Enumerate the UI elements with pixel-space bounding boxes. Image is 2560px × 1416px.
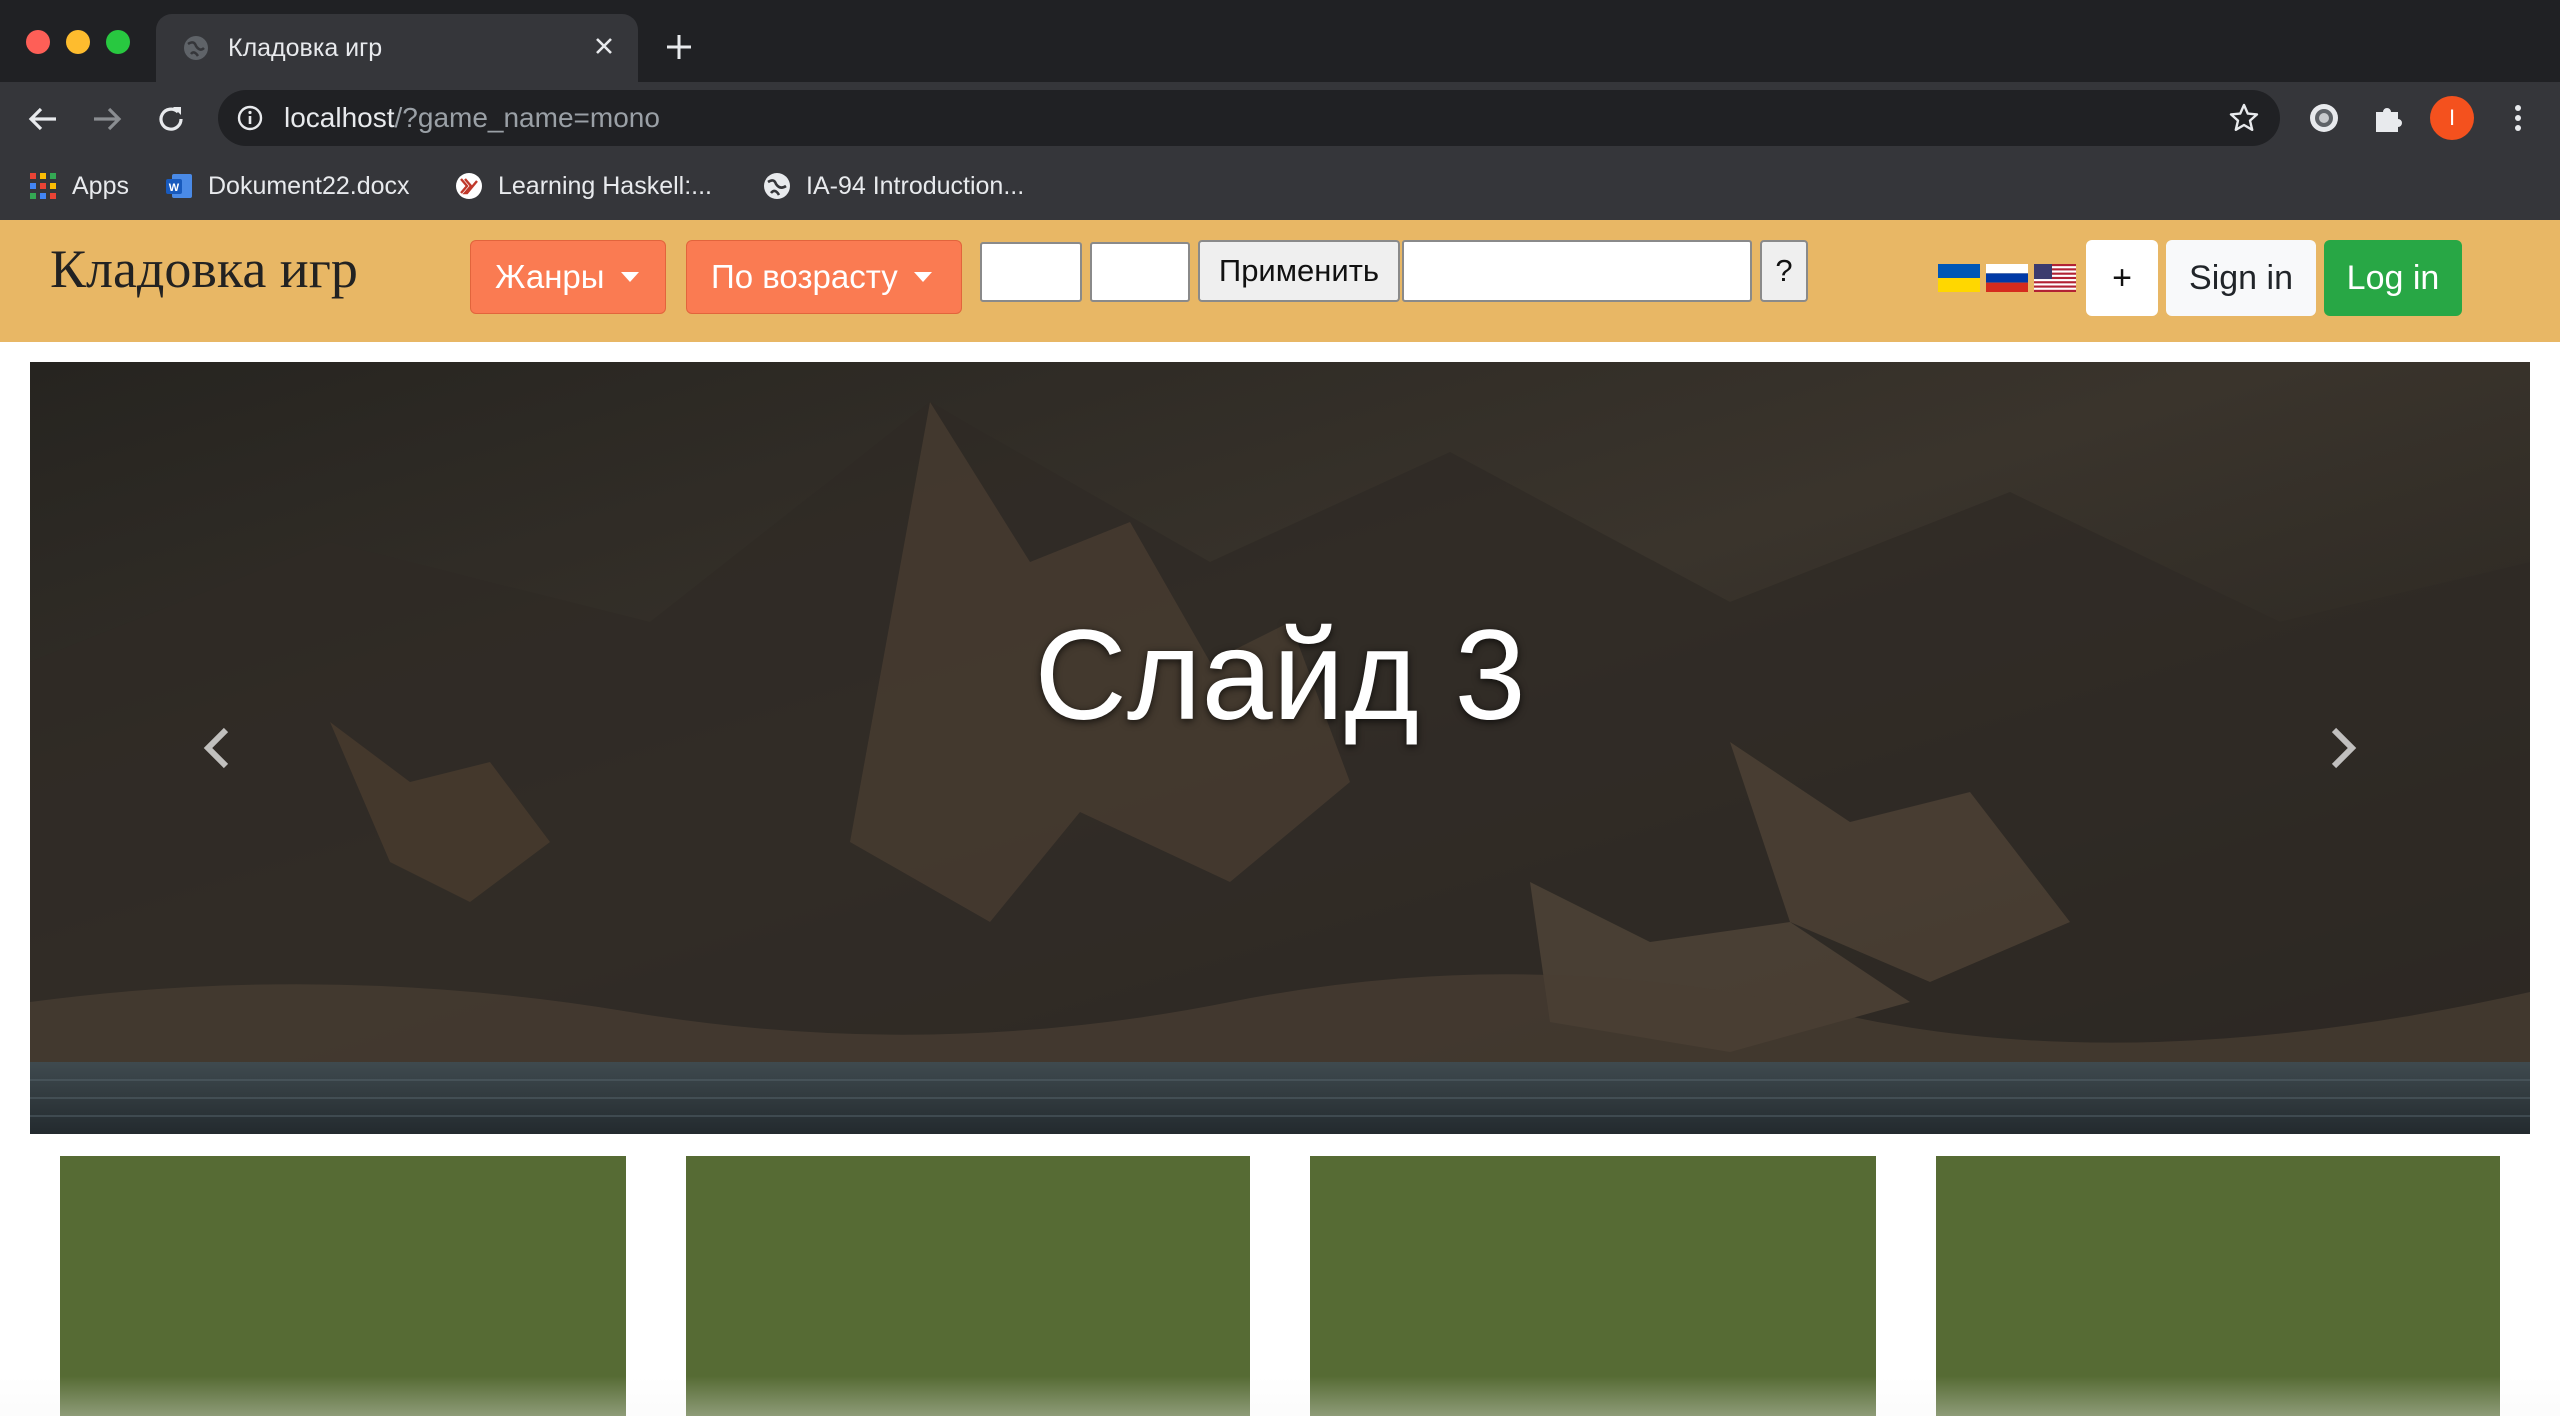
age-dropdown-label: По возрасту xyxy=(711,258,898,295)
log-in-button[interactable]: Log in xyxy=(2324,240,2462,316)
add-game-button[interactable]: + xyxy=(2086,240,2158,316)
hero-carousel: Слайд 3 xyxy=(30,362,2530,1134)
close-window-button[interactable] xyxy=(26,30,50,54)
genres-dropdown-button[interactable]: Жанры xyxy=(470,240,666,314)
slide-caption: Слайд 3 xyxy=(1034,604,1526,747)
address-bar[interactable]: localhost/?game_name=mono xyxy=(218,90,2280,146)
reload-icon[interactable] xyxy=(154,102,188,136)
bookmark-ia94[interactable]: IA-94 Introduction... xyxy=(762,166,1024,206)
carousel-prev-chevron-icon[interactable] xyxy=(188,718,248,778)
bookmark-dokument22[interactable]: W Dokument22.docx xyxy=(164,166,410,206)
tab-title: Кладовка игр xyxy=(228,34,383,62)
apps-grid-icon xyxy=(30,173,56,199)
globe-icon xyxy=(184,36,208,60)
bookmark-learning-haskell[interactable]: Learning Haskell:... xyxy=(454,166,712,206)
zoom-window-button[interactable] xyxy=(106,30,130,54)
new-tab-plus-icon[interactable] xyxy=(664,32,694,62)
caret-down-icon xyxy=(620,272,639,282)
bookmark-label: Dokument22.docx xyxy=(208,171,410,200)
apply-button[interactable]: Применить xyxy=(1198,240,1400,302)
bookmark-label: Learning Haskell:... xyxy=(498,171,713,200)
svg-text:W: W xyxy=(169,182,180,194)
forward-arrow-icon[interactable] xyxy=(90,102,124,136)
bookmark-star-icon[interactable] xyxy=(2228,102,2260,134)
bookmarks-bar: Apps W Dokument22.docx Learning Haskell:… xyxy=(0,154,2560,220)
site-info-icon[interactable] xyxy=(236,104,264,132)
caret-down-icon xyxy=(913,272,932,282)
age-from-input[interactable] xyxy=(980,242,1082,302)
sign-in-button[interactable]: Sign in xyxy=(2166,240,2316,316)
bookmark-label: Apps xyxy=(72,171,129,200)
flag-ukraine-icon[interactable] xyxy=(1938,264,1980,292)
url-text[interactable]: localhost/?game_name=mono xyxy=(284,102,660,134)
close-icon[interactable] xyxy=(590,32,618,60)
bookmark-label: IA-94 Introduction... xyxy=(806,171,1025,200)
minimize-window-button[interactable] xyxy=(66,30,90,54)
age-to-input[interactable] xyxy=(1090,242,1190,302)
extensions-puzzle-icon[interactable] xyxy=(2370,100,2406,136)
carousel-next-chevron-icon[interactable] xyxy=(2312,718,2372,778)
genres-dropdown-label: Жанры xyxy=(495,258,605,295)
url-host: localhost xyxy=(284,102,395,133)
browser-tab-bar: Кладовка игр xyxy=(0,0,2560,82)
extension-record-icon[interactable] xyxy=(2306,100,2342,136)
flag-russia-icon[interactable] xyxy=(1986,264,2028,292)
kebab-menu-icon[interactable] xyxy=(2500,100,2536,136)
flag-usa-icon[interactable] xyxy=(2034,264,2076,292)
help-button[interactable]: ? xyxy=(1760,240,1808,302)
game-search-input[interactable] xyxy=(1402,240,1752,302)
bottom-fade xyxy=(0,1376,2560,1416)
back-arrow-icon[interactable] xyxy=(26,102,60,136)
profile-avatar[interactable]: I xyxy=(2430,96,2474,140)
site-brand[interactable]: Кладовка игр xyxy=(50,238,358,300)
globe-icon xyxy=(764,173,790,199)
bookmark-apps[interactable]: Apps xyxy=(28,166,129,206)
haskell-icon xyxy=(456,173,482,199)
url-path: /?game_name=mono xyxy=(394,102,660,133)
browser-tab-active[interactable]: Кладовка игр xyxy=(156,14,638,82)
word-doc-icon: W xyxy=(166,174,192,198)
age-dropdown-button[interactable]: По возрасту xyxy=(686,240,962,314)
browser-toolbar: localhost/?game_name=mono I xyxy=(0,82,2560,154)
site-navbar: Кладовка игр Жанры По возрасту Применить… xyxy=(0,220,2560,342)
